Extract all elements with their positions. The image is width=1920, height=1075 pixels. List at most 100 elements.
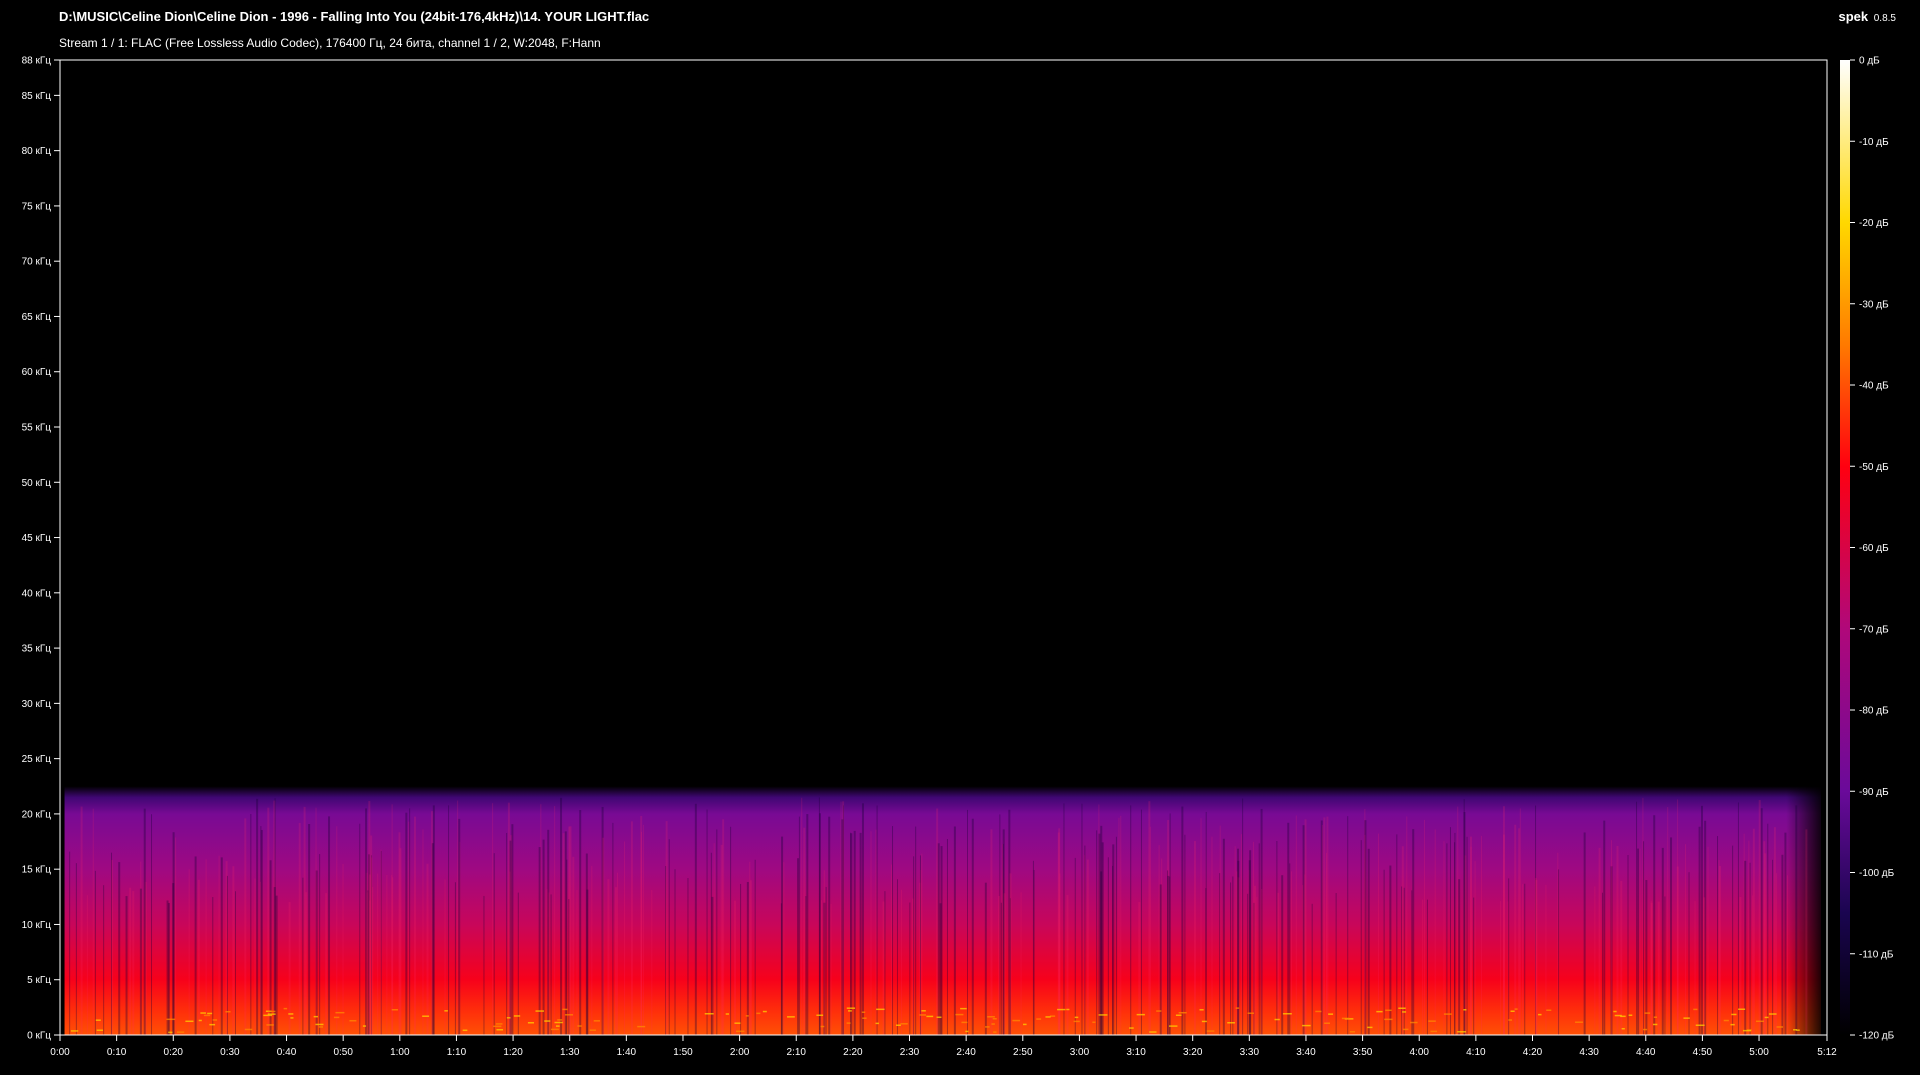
x-tick-label: 4:40 (1636, 1047, 1656, 1058)
harmonic-mark (919, 1014, 927, 1016)
texture-stripe (483, 895, 485, 1035)
texture-stripe (665, 821, 668, 1035)
y-tick-label: 10 кГц (22, 920, 52, 931)
texture-stripe (1776, 873, 1778, 1035)
harmonic-mark (961, 1021, 968, 1024)
harmonic-mark (263, 1014, 273, 1017)
texture-stripe (562, 833, 565, 1035)
texture-stripe (367, 890, 369, 1035)
x-tick-label: 2:00 (730, 1047, 750, 1058)
harmonic-mark (936, 1016, 942, 1019)
texture-stripe (342, 863, 344, 1035)
harmonic-mark (896, 1024, 901, 1026)
db-tick-label: 0 дБ (1859, 56, 1880, 67)
harmonic-mark (550, 1028, 559, 1031)
texture-stripe (734, 900, 737, 1035)
x-tick-label: 1:50 (673, 1047, 693, 1058)
harmonic-mark (1695, 1024, 1705, 1027)
texture-stripe (1281, 875, 1284, 1035)
harmonic-mark (266, 1024, 274, 1026)
x-tick-label: 4:10 (1466, 1047, 1486, 1058)
texture-stripe (642, 824, 644, 1035)
texture-stripe (94, 870, 96, 1035)
y-tick-label: 85 кГц (22, 91, 52, 102)
texture-stripe (1732, 845, 1734, 1035)
harmonic-mark (1149, 1031, 1157, 1033)
texture-stripe (1059, 873, 1061, 1035)
harmonic-mark (1508, 1019, 1513, 1021)
texture-stripe (267, 807, 270, 1035)
texture-stripe (1650, 900, 1652, 1035)
texture-stripe (576, 889, 578, 1035)
texture-stripe (614, 887, 617, 1035)
texture-stripe (1583, 832, 1586, 1035)
texture-stripe (458, 818, 461, 1035)
harmonic-mark (1723, 1019, 1729, 1022)
texture-stripe (579, 810, 582, 1035)
texture-stripe (572, 856, 575, 1035)
texture-stripe (188, 869, 190, 1035)
texture-stripe (118, 862, 121, 1035)
db-tick-label: -70 дБ (1859, 624, 1889, 635)
harmonic-mark (921, 1010, 926, 1012)
harmonic-mark (96, 1029, 103, 1032)
texture-stripe (830, 903, 832, 1035)
x-tick-label: 0:20 (164, 1047, 184, 1058)
texture-stripe (1639, 848, 1641, 1035)
harmonic-mark (1324, 1022, 1330, 1024)
harmonic-mark (1463, 1009, 1467, 1011)
harmonic-mark (268, 1010, 276, 1013)
harmonic-mark (846, 1022, 851, 1024)
x-tick-label: 4:00 (1409, 1047, 1429, 1058)
texture-stripe (998, 895, 1001, 1035)
texture-stripe (325, 893, 328, 1035)
texture-stripe (1181, 806, 1184, 1035)
texture-stripe (1311, 903, 1313, 1035)
harmonic-mark (1428, 1020, 1436, 1022)
texture-stripe (1602, 892, 1604, 1035)
harmonic-mark (745, 1015, 749, 1017)
texture-stripe (1717, 836, 1719, 1035)
texture-stripe (1502, 834, 1505, 1035)
texture-stripe (1524, 883, 1526, 1035)
texture-stripe (1698, 826, 1701, 1035)
texture-stripe (730, 826, 732, 1035)
harmonic-mark (493, 1025, 502, 1028)
texture-stripe (1443, 841, 1445, 1035)
harmonic-mark (1036, 1018, 1042, 1020)
texture-stripe (1032, 860, 1034, 1035)
harmonic-mark (185, 1020, 194, 1023)
texture-stripe (1426, 899, 1428, 1035)
texture-stripe (194, 856, 197, 1035)
x-tick-label: 0:40 (277, 1047, 297, 1058)
harmonic-mark (1315, 1010, 1322, 1013)
harmonic-mark (1201, 1020, 1207, 1023)
texture-stripe (913, 856, 915, 1035)
texture-stripe (1107, 857, 1109, 1035)
harmonic-mark (444, 1010, 448, 1012)
texture-stripe (125, 896, 128, 1035)
texture-stripe (492, 803, 494, 1035)
texture-stripe (1084, 845, 1086, 1035)
harmonic-mark (1457, 1031, 1467, 1033)
texture-stripe (1739, 896, 1742, 1035)
texture-stripe (1474, 861, 1476, 1035)
texture-stripe (623, 841, 625, 1035)
texture-stripe (1500, 901, 1502, 1035)
texture-stripe (569, 826, 572, 1035)
texture-stripe (372, 887, 374, 1035)
harmonic-mark (1341, 1017, 1350, 1020)
texture-stripe (151, 814, 153, 1035)
texture-stripe (1112, 865, 1114, 1035)
texture-stripe (1242, 798, 1244, 1035)
harmonic-mark (168, 1031, 173, 1034)
texture-stripe (457, 800, 459, 1035)
texture-stripe (129, 887, 132, 1035)
harmonic-mark (991, 1023, 995, 1025)
db-tick-label: -20 дБ (1859, 218, 1889, 229)
x-tick-label: 0:10 (107, 1047, 127, 1058)
harmonic-mark (862, 1017, 867, 1019)
texture-stripe (1205, 811, 1207, 1035)
db-tick-label: -120 дБ (1859, 1031, 1895, 1042)
time-axis: 0:00 0:10 0:20 0:30 0:40 0:50 1:00 1:10 1:20 1:30… (50, 1035, 1837, 1058)
